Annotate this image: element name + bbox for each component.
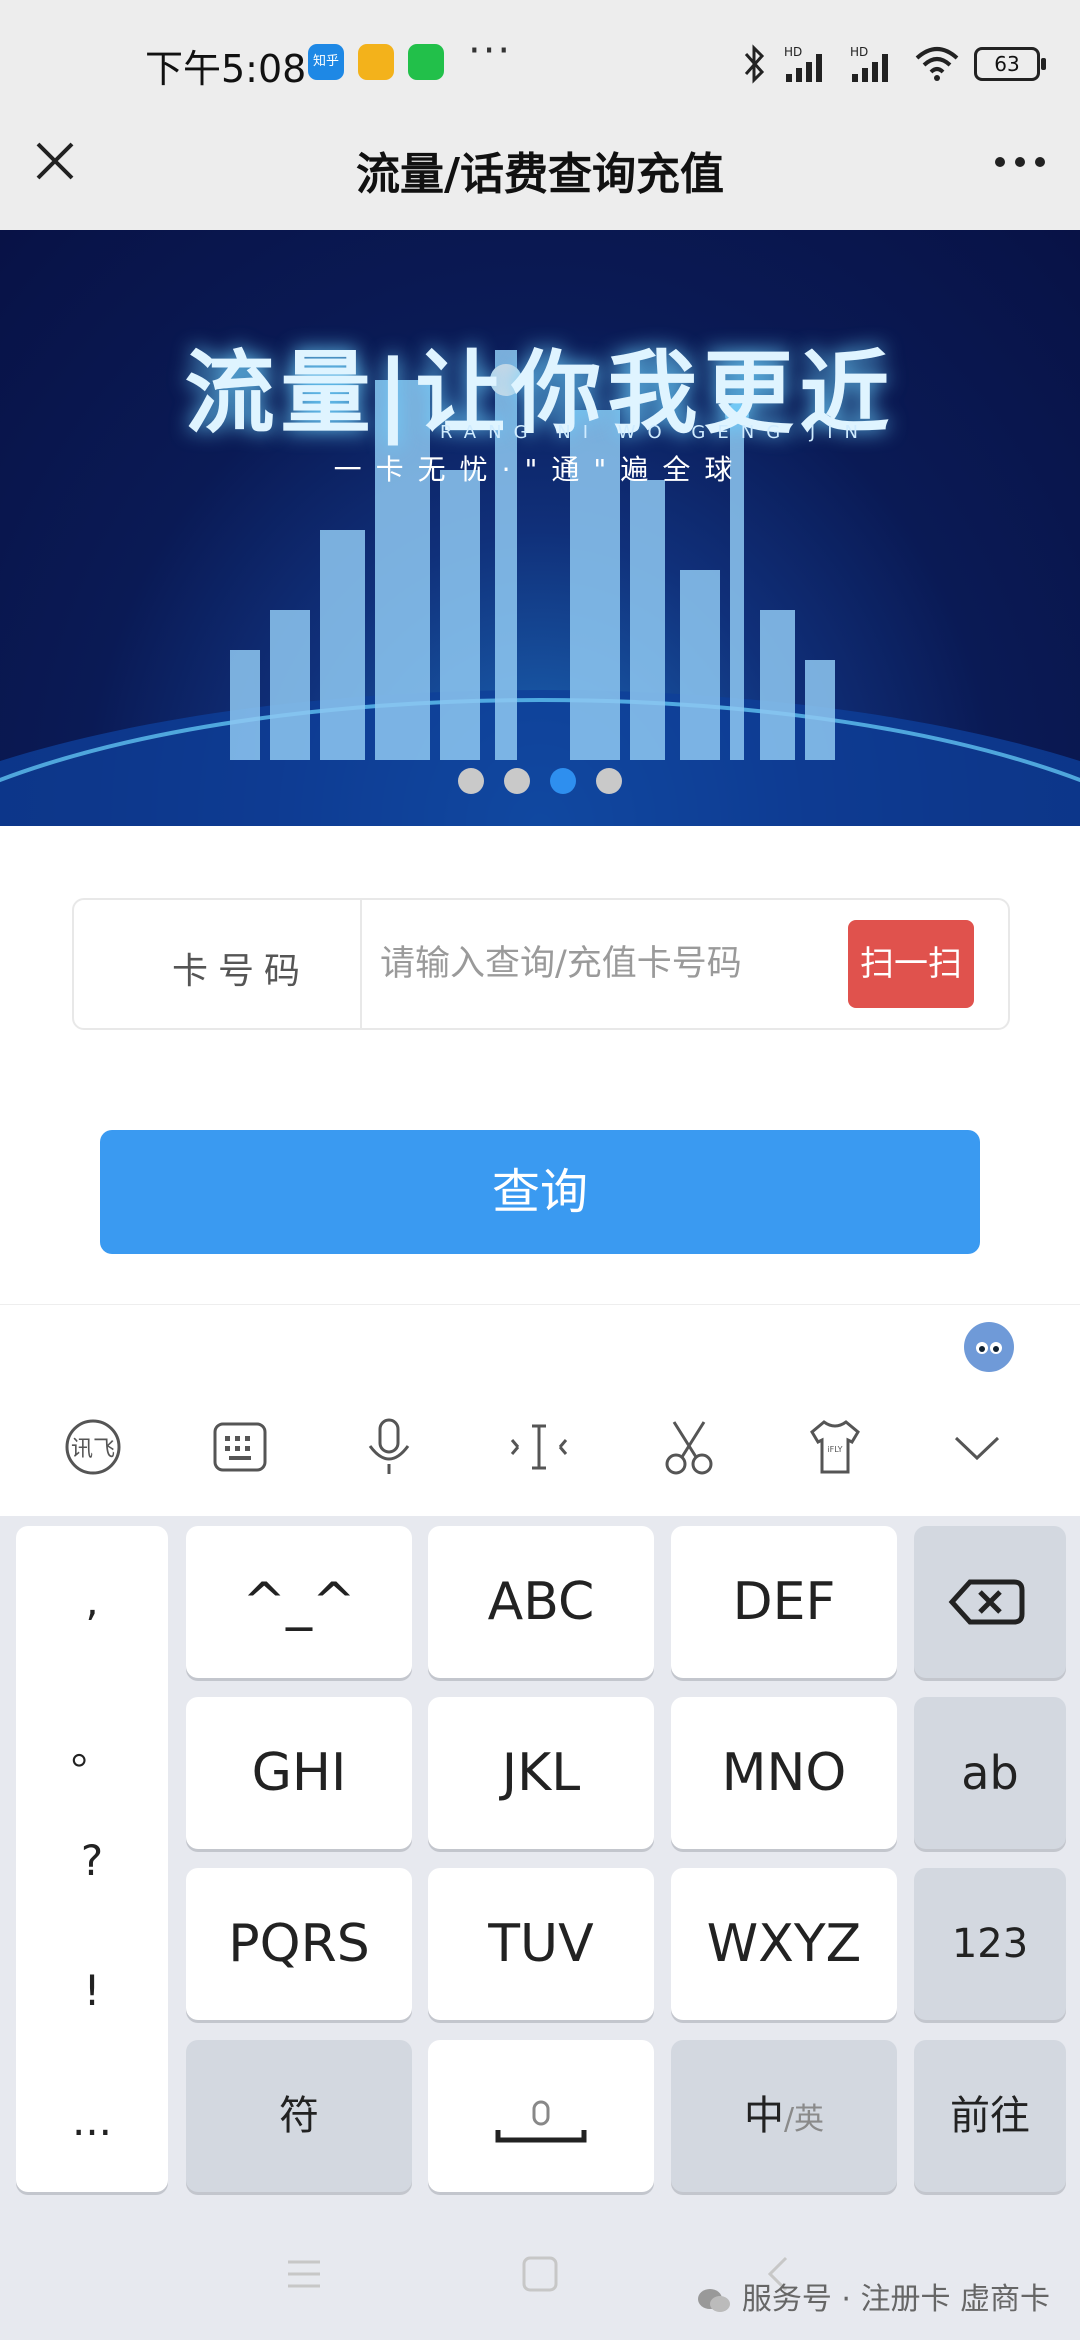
svg-text:讯飞: 讯飞 [71,1437,115,1462]
key-def[interactable]: DEF [671,1526,897,1678]
scissors-icon[interactable] [654,1412,724,1482]
cursor-icon[interactable] [504,1412,574,1482]
carousel-indicator [0,768,1080,798]
banner-slogan: 一卡无忧·"通"遍全球 [333,453,747,486]
svg-text:iFLY: iFLY [827,1445,842,1454]
card-number-input[interactable] [378,928,912,1000]
carousel-dot[interactable] [596,768,622,794]
banner-subtitle-en: RANG NI WO GENG JIN [440,422,870,443]
home-nav-icon[interactable] [510,2244,570,2304]
backspace-key[interactable] [914,1526,1066,1678]
key-mno[interactable]: MNO [671,1697,897,1849]
keyboard-toolbar [0,1304,1080,1517]
status-more-icon: ··· [468,28,513,74]
page-title: 流量/话费查询充值 [355,149,725,200]
watermark-text: 服务号 · 注册卡 虚商卡 [741,2282,1050,2317]
menu-nav-icon[interactable] [274,2244,334,2304]
key-ghi[interactable]: GHI [186,1697,412,1849]
key-emoticon[interactable]: ^_^ [186,1526,412,1678]
carousel-dot[interactable] [504,768,530,794]
space-mic-icon [495,2100,587,2143]
carousel-dot-active[interactable] [550,768,576,794]
query-button[interactable]: 查询 [100,1130,980,1254]
carousel-dot[interactable] [458,768,484,794]
lang-alt: /英 [783,2102,825,2137]
lang-main: 中 [743,2093,784,2139]
scan-button[interactable]: 扫一扫 [848,920,974,1008]
ifly-logo-icon[interactable]: 讯飞 [58,1412,128,1482]
more-options-icon[interactable] [990,140,1050,184]
key-abc[interactable]: ABC [428,1526,654,1678]
wechat-app-icon [408,44,444,80]
go-key[interactable]: 前往 [914,2040,1066,2192]
cloud-app-icon [358,44,394,80]
key-wxyz[interactable]: WXYZ [671,1868,897,2020]
signal-icon: HD [850,45,888,82]
card-number-row: 卡号码 扫一扫 [72,898,1010,1030]
backspace-icon [948,1579,1025,1625]
wechat-icon [698,2288,731,2312]
promo-banner[interactable]: 流量|让你我更近 RANG NI WO GENG JIN 一卡无忧·"通"遍全球 [0,230,1080,826]
bluetooth-icon [744,44,765,84]
punct-key[interactable]: ? [16,1836,168,1885]
language-toggle-key[interactable]: 中/英 [671,2040,897,2192]
battery-icon: 63 [974,47,1046,81]
svg-text:HD: HD [784,45,802,59]
key-pqrs[interactable]: PQRS [186,1868,412,2020]
card-number-label: 卡号码 [172,951,311,992]
wifi-icon [915,47,959,81]
watermark: 服务号 · 注册卡 虚商卡 [696,2274,1050,2318]
zhihu-app-icon: 知乎 [308,44,344,80]
ab-key[interactable]: ab [914,1697,1066,1849]
symbols-key[interactable]: 符 [186,2040,412,2192]
chevron-down-icon[interactable] [942,1412,1012,1482]
space-key[interactable] [428,2040,654,2192]
status-indicators: HD HD 63 [742,40,1046,88]
microphone-icon[interactable] [354,1412,424,1482]
signal-icon: HD [784,45,822,82]
status-time: 下午5:08 [145,47,307,91]
shirt-icon[interactable]: iFLY [800,1412,870,1482]
punct-key[interactable]: ! [16,1966,168,2015]
numbers-key[interactable]: 123 [914,1868,1066,2020]
ifly-mascot-icon[interactable] [964,1322,1014,1372]
punctuation-column[interactable]: , 。 ? ! ... [16,1526,168,2192]
punct-key[interactable]: ... [16,2096,168,2145]
svg-text:HD: HD [850,45,868,59]
divider [360,900,362,1028]
punct-key[interactable]: , [16,1576,168,1625]
key-tuv[interactable]: TUV [428,1868,654,2020]
key-jkl[interactable]: JKL [428,1697,654,1849]
punct-key[interactable]: 。 [16,1716,168,1777]
keyboard-icon[interactable] [205,1412,275,1482]
